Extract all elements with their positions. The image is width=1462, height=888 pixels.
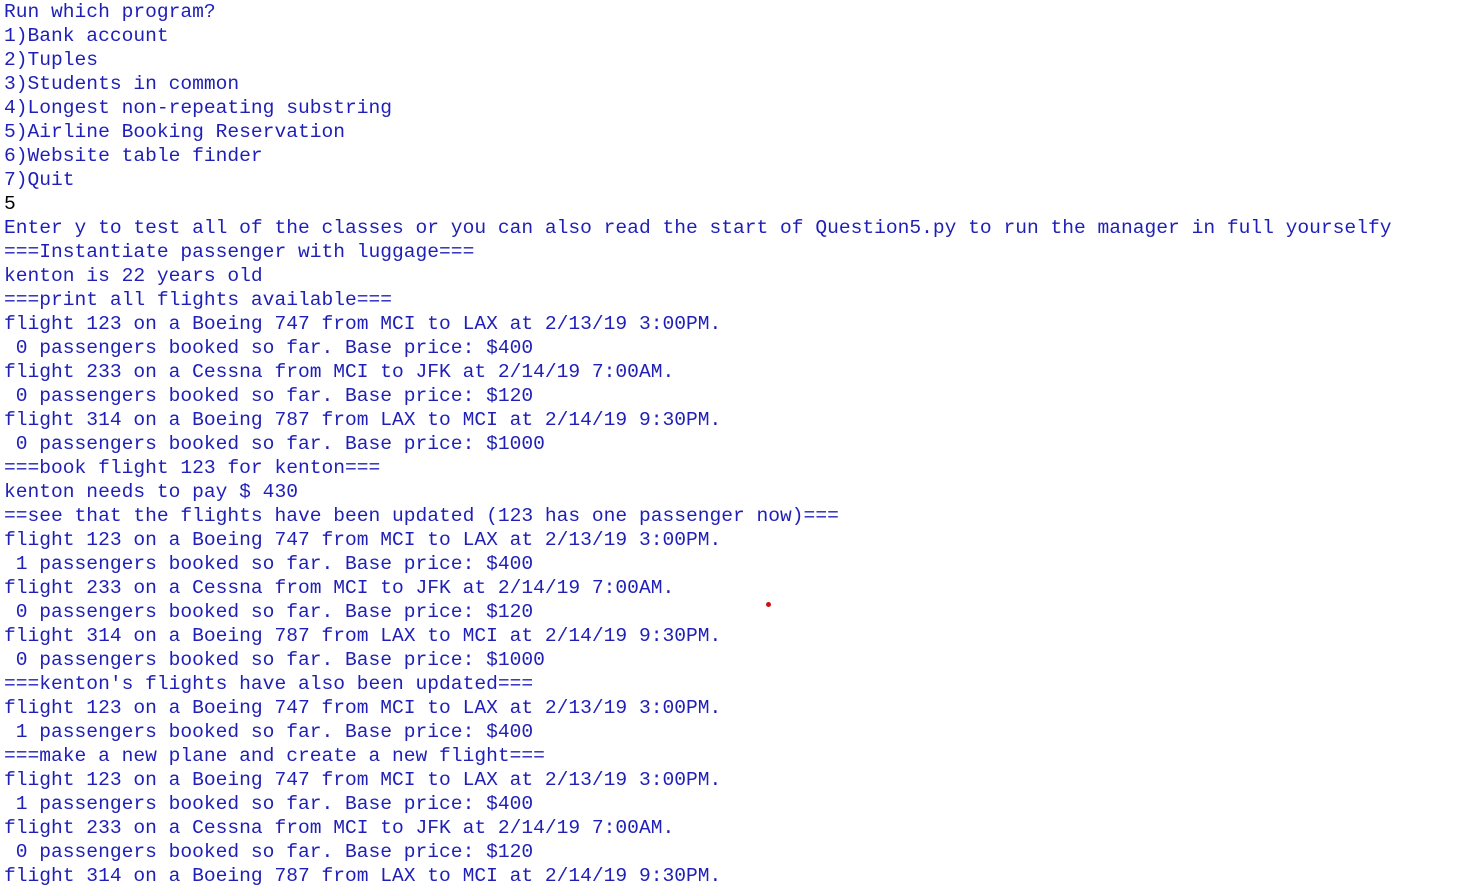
console-output-line: flight 123 on a Boeing 747 from MCI to L… — [4, 529, 722, 551]
console-output-line: 0 passengers booked so far. Base price: … — [4, 841, 534, 863]
console-output-line: flight 233 on a Cessna from MCI to JFK a… — [4, 361, 675, 383]
mouse-pointer-dot — [766, 602, 771, 607]
console-output-line: 6)Website table finder — [4, 145, 263, 167]
console-output-line: 7)Quit — [4, 169, 75, 191]
console-output-line: 1)Bank account — [4, 25, 169, 47]
console-output-line: flight 123 on a Boeing 747 from MCI to L… — [4, 697, 722, 719]
console-output-line: ===Instantiate passenger with luggage=== — [4, 241, 475, 263]
console-output-line: ==see that the flights have been updated… — [4, 505, 839, 527]
console-output-line: flight 314 on a Boeing 787 from LAX to M… — [4, 409, 722, 431]
console-output-line: flight 233 on a Cessna from MCI to JFK a… — [4, 577, 675, 599]
console-output-line: 2)Tuples — [4, 49, 99, 71]
console-output-line: 3)Students in common — [4, 73, 240, 95]
console-output-line: 0 passengers booked so far. Base price: … — [4, 337, 534, 359]
console-output-line: 5)Airline Booking Reservation — [4, 121, 345, 143]
console-output-line: ===print all flights available=== — [4, 289, 393, 311]
console-input-line: 5 — [4, 193, 16, 215]
console-output-line: 0 passengers booked so far. Base price: … — [4, 649, 545, 671]
console-output-line: 0 passengers booked so far. Base price: … — [4, 385, 534, 407]
console-output-line: 1 passengers booked so far. Base price: … — [4, 553, 534, 575]
console-output-line: 0 passengers booked so far. Base price: … — [4, 601, 534, 623]
console-output-line: flight 123 on a Boeing 747 from MCI to L… — [4, 313, 722, 335]
console-output-line: ===kenton's flights have also been updat… — [4, 673, 534, 695]
console-output-line: 1 passengers booked so far. Base price: … — [4, 721, 534, 743]
console-output-line: ===make a new plane and create a new fli… — [4, 745, 545, 767]
console-output-line: flight 314 on a Boeing 787 from LAX to M… — [4, 625, 722, 647]
console-output-line: flight 123 on a Boeing 747 from MCI to L… — [4, 769, 722, 791]
console-output-line: kenton is 22 years old — [4, 265, 263, 287]
console-output-line: Run which program? — [4, 1, 216, 23]
console-output-line: ===book flight 123 for kenton=== — [4, 457, 381, 479]
console-output-line: 0 passengers booked so far. Base price: … — [4, 433, 545, 455]
console-output-line: 4)Longest non-repeating substring — [4, 97, 393, 119]
console-output[interactable]: Run which program? 1)Bank account 2)Tuples… — [4, 0, 1460, 888]
console-output-line: 1 passengers booked so far. Base price: … — [4, 793, 534, 815]
console-output-line: Enter y to test all of the classes or yo… — [4, 217, 1392, 239]
console-output-line: flight 233 on a Cessna from MCI to JFK a… — [4, 817, 675, 839]
console-output-line: flight 314 on a Boeing 787 from LAX to M… — [4, 865, 722, 887]
console-output-line: kenton needs to pay $ 430 — [4, 481, 298, 503]
